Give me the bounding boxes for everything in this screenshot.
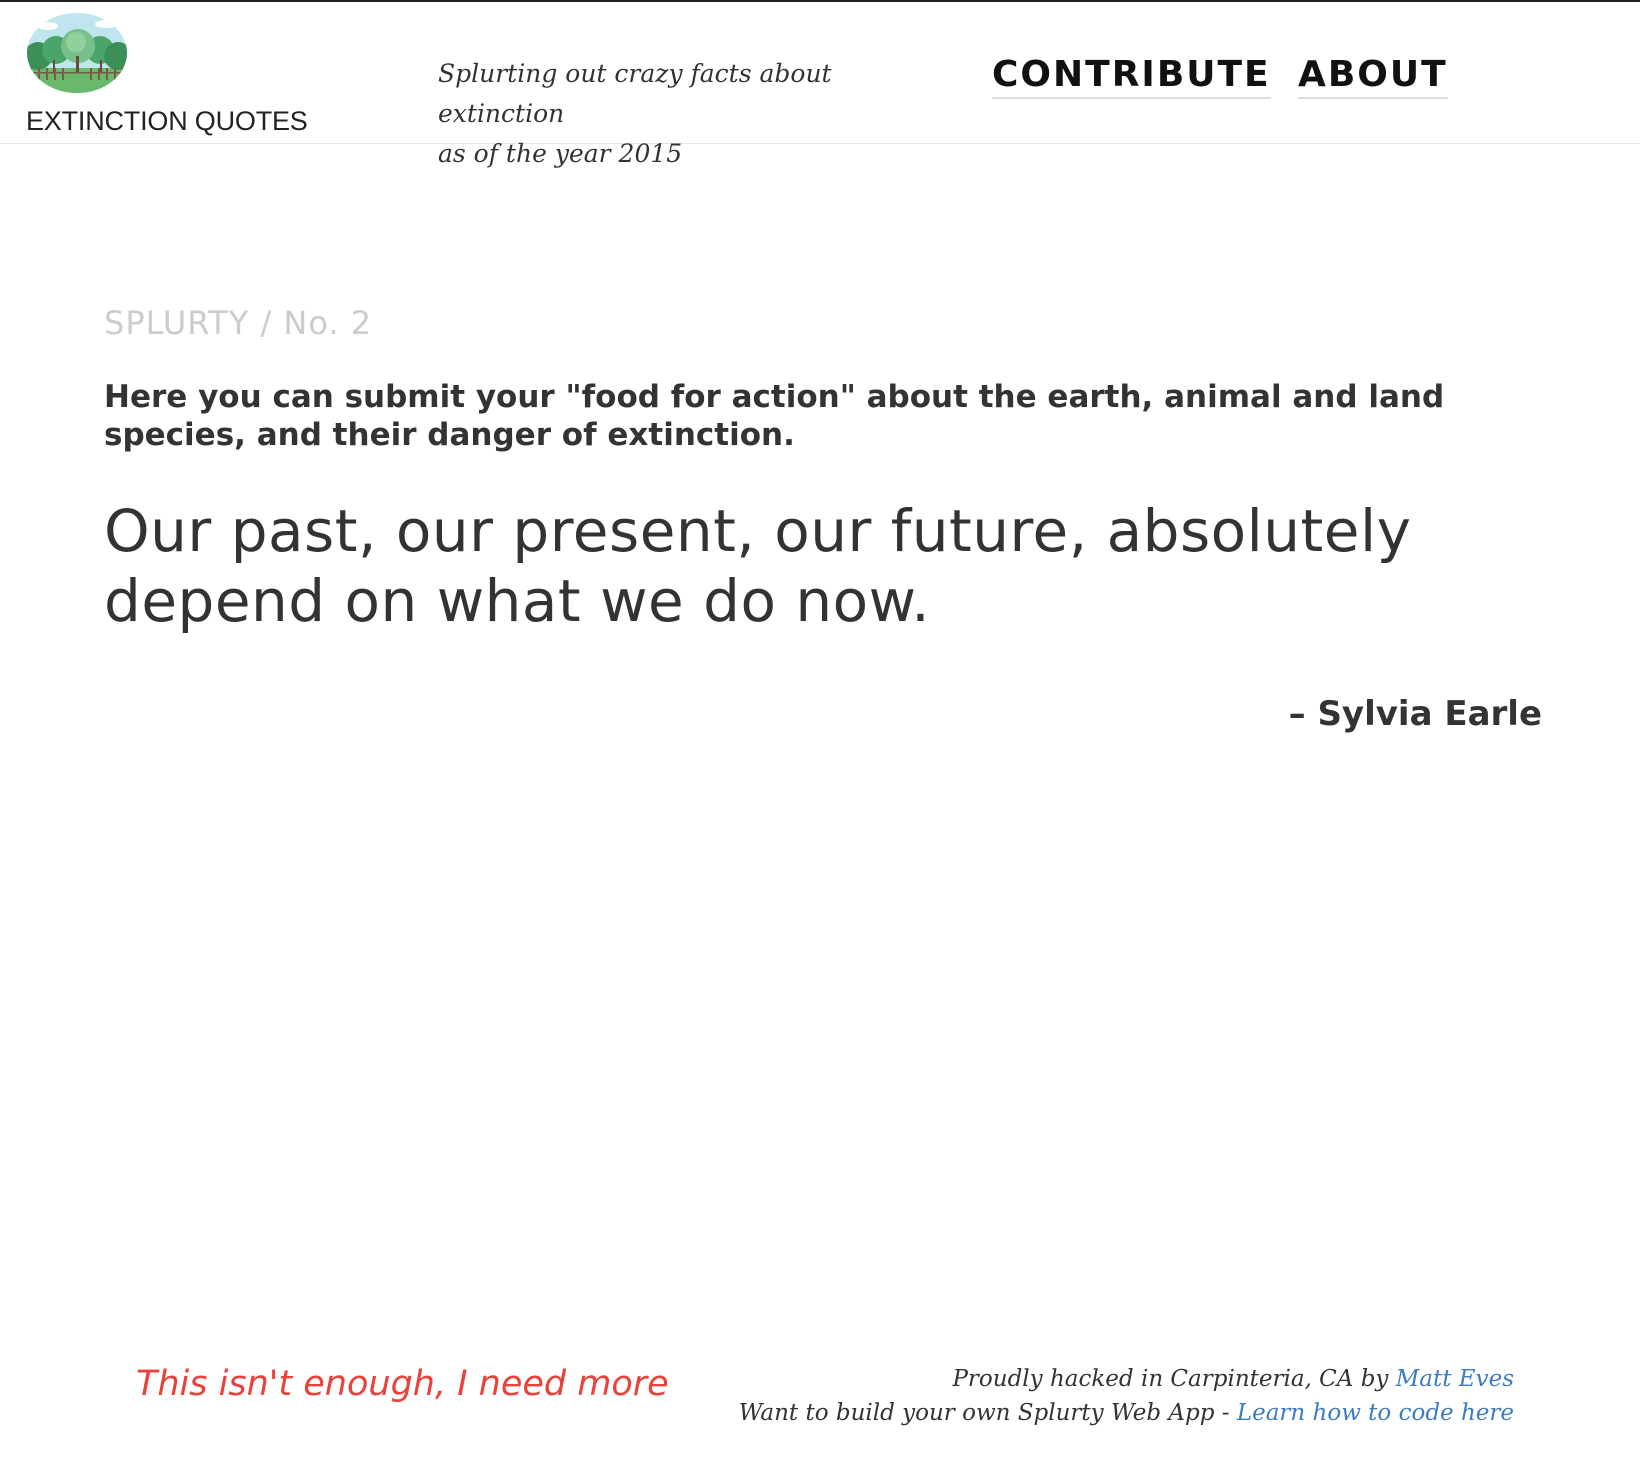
author-link[interactable]: Matt Eves: [1396, 1366, 1514, 1392]
credit-line: Proudly hacked in Carpinteria, CA by Mat…: [739, 1362, 1514, 1396]
tagline-line-2: as of the year 2015: [438, 139, 683, 168]
quote-author: – Sylvia Earle: [1288, 694, 1542, 734]
footer-credits: Proudly hacked in Carpinteria, CA by Mat…: [739, 1362, 1514, 1430]
site-tagline: Splurting out crazy facts about extincti…: [438, 54, 938, 174]
build-line: Want to build your own Splurty Web App -…: [739, 1396, 1514, 1430]
credit-prefix: Proudly hacked in Carpinteria, CA by: [952, 1366, 1389, 1392]
home-logo-link[interactable]: EXTINCTION QUOTES: [26, 12, 326, 137]
intro-text: Here you can submit your "food for actio…: [104, 379, 1445, 453]
quote-text: Our past, our present, our future, absol…: [104, 497, 1412, 635]
nav-about-link[interactable]: ABOUT: [1298, 54, 1448, 99]
more-quotes-link[interactable]: This isn't enough, I need more: [136, 1364, 669, 1404]
build-prefix: Want to build your own Splurty Web App -: [738, 1400, 1230, 1426]
site-header: EXTINCTION QUOTES Splurting out crazy fa…: [0, 2, 1640, 168]
learn-to-code-link[interactable]: Learn how to code here: [1237, 1400, 1514, 1426]
tagline-line-1: Splurting out crazy facts about extincti…: [438, 59, 832, 128]
site-title[interactable]: EXTINCTION QUOTES: [26, 106, 308, 137]
forest-logo-icon: [27, 13, 127, 93]
quote-number-label: SPLURTY / No. 2: [104, 304, 373, 342]
nav-contribute-link[interactable]: CONTRIBUTE: [992, 54, 1271, 99]
